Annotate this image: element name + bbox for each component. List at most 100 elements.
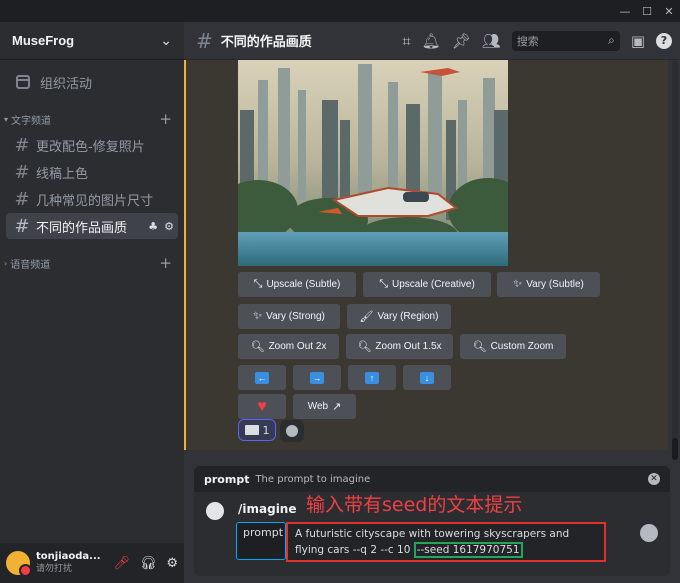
- sidebar-item-channel[interactable]: # 线稿上色: [6, 159, 178, 185]
- generated-image[interactable]: [238, 60, 508, 266]
- events-label: 组织活动: [40, 76, 93, 92]
- parameter-tag[interactable]: prompt: [236, 522, 286, 560]
- avatar[interactable]: [6, 551, 32, 577]
- emoji-icon[interactable]: [640, 524, 658, 542]
- title-bar: — ☐ ✕: [0, 0, 680, 22]
- pan-up-button[interactable]: ↑: [348, 365, 396, 390]
- vary-region-button[interactable]: 🖌︎ Vary (Region): [347, 304, 451, 329]
- sidebar-item-channel[interactable]: # 几种常见的图片尺寸: [6, 186, 178, 212]
- events-item[interactable]: 组织活动: [6, 69, 178, 95]
- button-label: Upscale (Subtle): [266, 279, 341, 290]
- vary-strong-button[interactable]: ✨︎ Vary (Strong): [238, 304, 340, 329]
- seed-highlight: --seed 1617970751: [413, 542, 523, 558]
- favorite-button[interactable]: ♥: [238, 394, 286, 419]
- username: tonjiaoda...: [36, 551, 101, 562]
- magnifier-icon: 🔍︎: [250, 341, 265, 353]
- button-label: Vary (Strong): [266, 311, 325, 322]
- envelope-icon: [244, 425, 259, 435]
- sidebar-item-channel-active[interactable]: # 不同的作品画质 ♣ ⚙: [6, 213, 178, 239]
- option-name: prompt: [204, 472, 250, 486]
- category-label: 语音频道: [10, 259, 51, 271]
- server-header[interactable]: MuseFrog ⌄: [0, 22, 184, 60]
- button-label: Zoom Out 2x: [268, 341, 327, 352]
- headphones-icon[interactable]: 🎧︎: [140, 556, 157, 571]
- maximize-button[interactable]: ☐: [636, 0, 658, 22]
- sidebar-item-channel[interactable]: # 更改配色-修复照片: [6, 132, 178, 158]
- magic-wand-icon: ✨︎: [513, 278, 523, 290]
- gear-icon[interactable]: ⚙: [166, 556, 178, 571]
- arrow-right-icon: →: [310, 371, 324, 384]
- zoom-out-2x-button[interactable]: 🔍︎ Zoom Out 2x: [238, 334, 339, 359]
- add-member-icon[interactable]: ♣: [148, 220, 158, 233]
- pin-icon[interactable]: 📌︎: [452, 32, 471, 50]
- button-label: Web: [307, 401, 329, 412]
- upscale-subtle-button[interactable]: ⤡ Upscale (Subtle): [238, 272, 356, 297]
- prompt-input[interactable]: A futuristic cityscape with towering sky…: [286, 522, 606, 562]
- hash-icon: #: [14, 215, 30, 237]
- magic-wand-icon: ✨︎: [253, 310, 263, 322]
- arrow-up-icon: ↑: [365, 371, 379, 384]
- external-link-icon: ↗: [332, 401, 342, 413]
- arrow-left-icon: ←: [255, 371, 269, 384]
- user-status: 请勿打扰: [36, 564, 73, 574]
- add-reaction-button[interactable]: [280, 420, 304, 442]
- mic-muted-icon[interactable]: 🎤︎: [113, 556, 130, 571]
- option-description: The prompt to imagine: [255, 473, 371, 485]
- voice-channels-category[interactable]: › 语音频道 +: [0, 251, 184, 275]
- annotation-text: 输入带有seed的文本提示: [306, 494, 523, 516]
- user-info[interactable]: tonjiaoda... 请勿打扰: [36, 551, 101, 575]
- web-button[interactable]: Web ↗: [293, 394, 356, 419]
- search-placeholder: 搜索: [516, 34, 539, 48]
- hash-icon: #: [14, 188, 30, 210]
- pan-down-button[interactable]: ↓: [403, 365, 451, 390]
- bell-icon[interactable]: 🔔︎: [422, 32, 441, 50]
- channel-label: 不同的作品画质: [36, 220, 128, 236]
- zoom-out-1-5x-button[interactable]: 🔍︎ Zoom Out 1.5x: [346, 334, 453, 359]
- add-channel-icon[interactable]: +: [159, 110, 172, 128]
- add-channel-icon[interactable]: +: [159, 254, 172, 272]
- expand-icon: ⤡: [379, 278, 388, 290]
- channel-label: 更改配色-修复照片: [36, 139, 145, 155]
- button-label: Custom Zoom: [490, 341, 554, 352]
- bot-avatar: [206, 502, 224, 520]
- scrollbar-thumb[interactable]: [672, 438, 678, 460]
- user-controls: 🎤︎ 🎧︎ ⚙: [113, 556, 178, 571]
- close-button[interactable]: ✕: [658, 0, 680, 22]
- smiley-icon: [286, 425, 298, 437]
- search-icon: ⌕: [608, 33, 615, 47]
- expand-icon: ⤡: [253, 278, 263, 290]
- reaction-count: 1: [262, 423, 270, 437]
- chevron-down-icon: ▾: [4, 114, 9, 124]
- button-label: Upscale (Creative): [392, 279, 475, 290]
- pan-left-button[interactable]: ←: [238, 365, 286, 390]
- command-name: /imagine: [238, 502, 297, 516]
- inbox-icon[interactable]: ▣: [631, 32, 645, 50]
- heart-icon: ♥: [257, 397, 267, 415]
- channel-list: 组织活动 ▾ 文字频道 + # 更改配色-修复照片 # 线稿上色 # 几种常见的…: [0, 60, 184, 275]
- header-toolbar: ⌗ 🔔︎ 📌︎ 👥︎ 搜索 ⌕ ▣ ?: [402, 30, 672, 51]
- window-controls: — ☐ ✕: [614, 0, 680, 22]
- main-panel: # 不同的作品画质 ⌗ 🔔︎ 📌︎ 👥︎ 搜索 ⌕ ▣ ? ⤡ Upscale …: [184, 22, 680, 583]
- channel-header: # 不同的作品画质 ⌗ 🔔︎ 📌︎ 👥︎ 搜索 ⌕ ▣ ?: [184, 22, 680, 60]
- channel-label: 几种常见的图片尺寸: [36, 193, 154, 209]
- minimize-button[interactable]: —: [614, 0, 636, 22]
- scrollbar[interactable]: [672, 60, 678, 450]
- reaction-envelope[interactable]: 1: [238, 419, 276, 441]
- category-label: 文字频道: [11, 115, 52, 127]
- text-channels-category[interactable]: ▾ 文字频道 +: [0, 107, 184, 131]
- help-icon[interactable]: ?: [656, 32, 672, 49]
- close-icon[interactable]: ✕: [648, 473, 660, 485]
- button-label: Vary (Subtle): [526, 279, 584, 290]
- magnifier-icon: 🔍︎: [472, 341, 487, 353]
- vary-subtle-button[interactable]: ✨︎ Vary (Subtle): [497, 272, 600, 297]
- members-icon[interactable]: 👥︎: [482, 32, 501, 50]
- custom-zoom-button[interactable]: 🔍︎ Custom Zoom: [460, 334, 566, 359]
- gear-icon[interactable]: ⚙: [164, 220, 174, 233]
- button-label: Zoom Out 1.5x: [375, 341, 442, 352]
- pan-right-button[interactable]: →: [293, 365, 341, 390]
- arrow-down-icon: ↓: [420, 371, 434, 384]
- threads-icon[interactable]: ⌗: [402, 32, 410, 50]
- upscale-creative-button[interactable]: ⤡ Upscale (Creative): [363, 272, 491, 297]
- search-input[interactable]: 搜索 ⌕: [511, 30, 620, 51]
- user-panel: tonjiaoda... 请勿打扰 🎤︎ 🎧︎ ⚙: [0, 543, 184, 583]
